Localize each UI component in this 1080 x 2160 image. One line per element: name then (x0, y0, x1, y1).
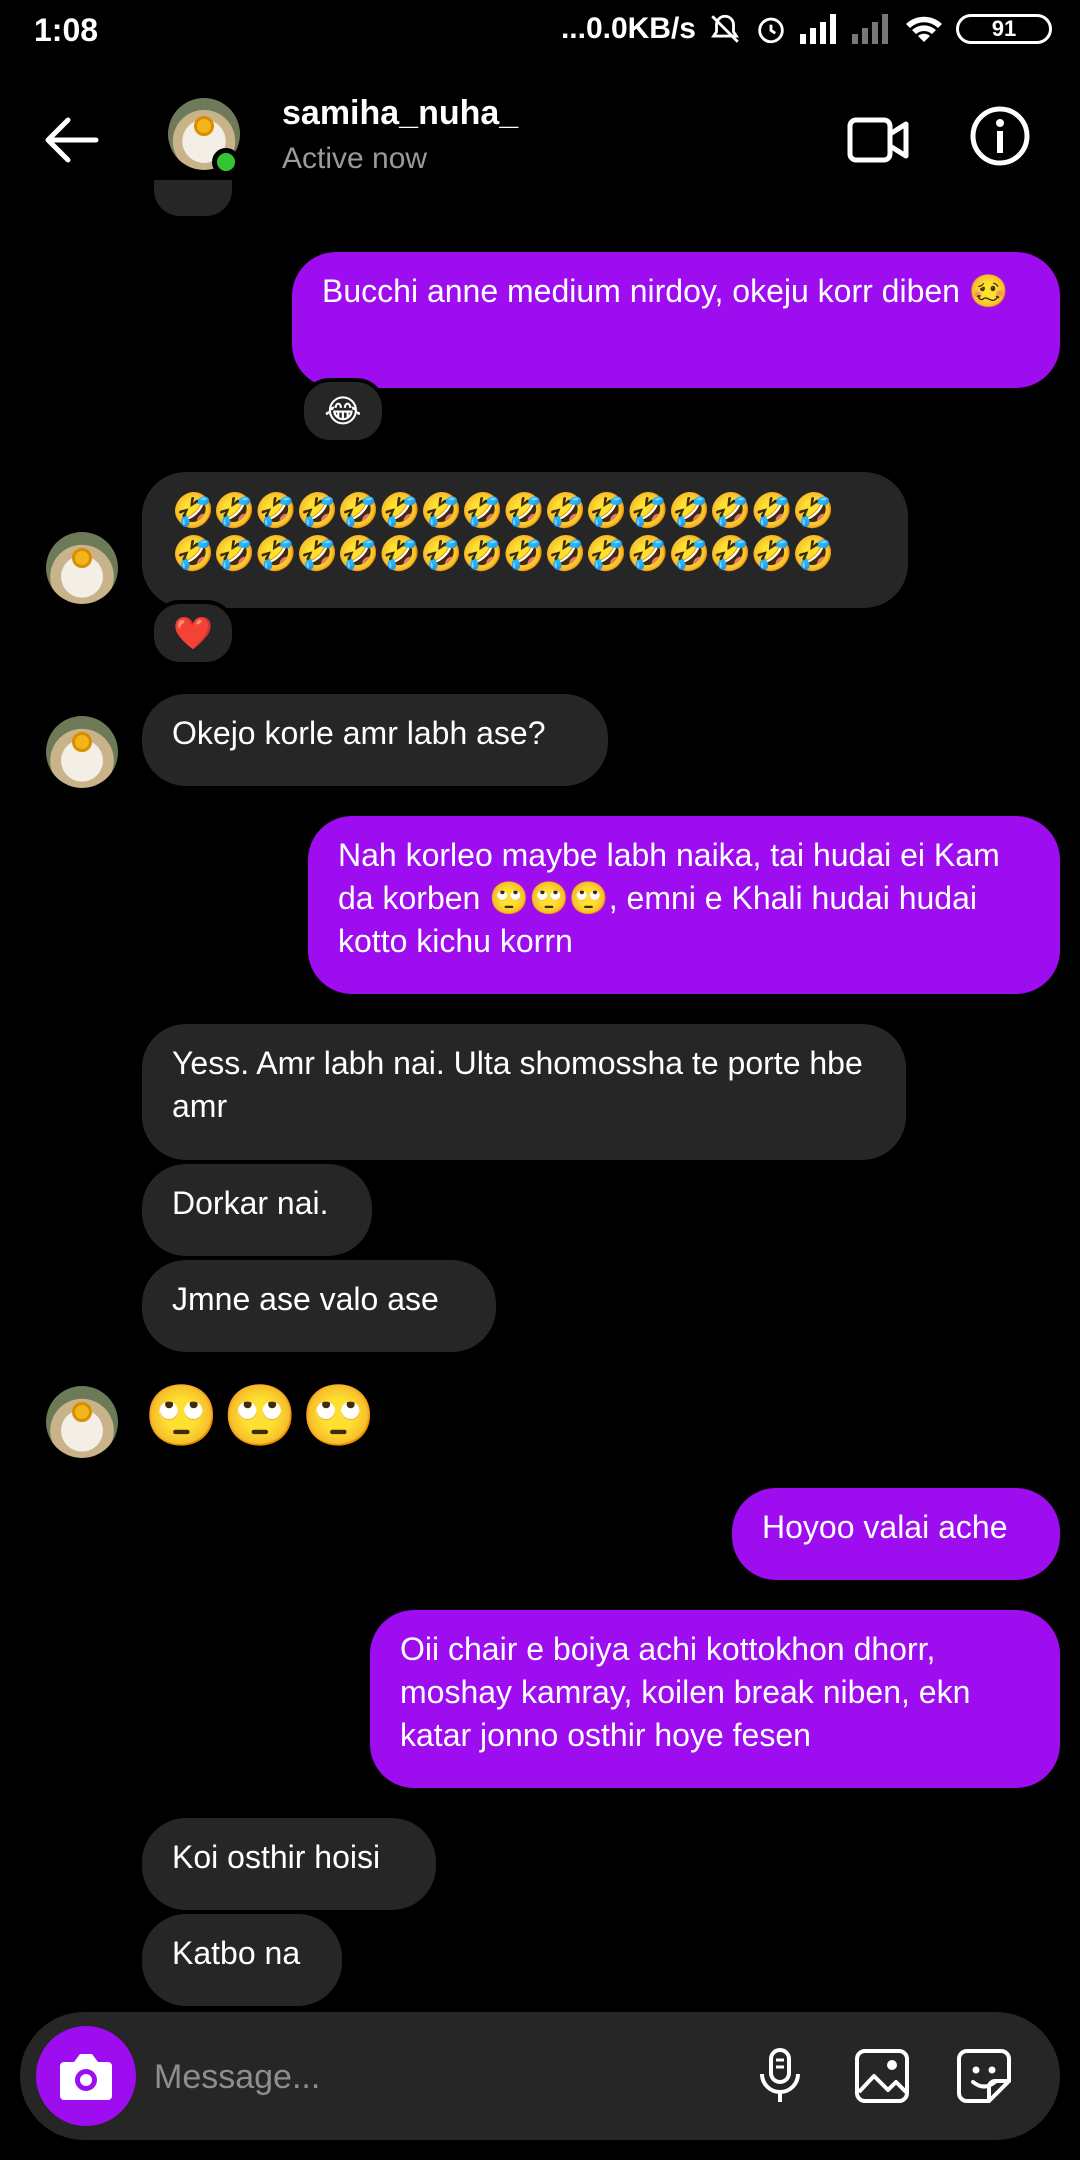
message-outgoing[interactable]: Oii chair e boiya achi kottokhon dhorr, … (370, 1610, 1060, 1788)
contact-avatar[interactable] (46, 716, 118, 788)
info-icon[interactable] (968, 104, 1032, 168)
message-incoming[interactable]: Yess. Amr labh nai. Ulta shomossha te po… (142, 1024, 906, 1160)
back-arrow-icon[interactable] (38, 108, 102, 172)
contact-avatar[interactable] (46, 532, 118, 604)
online-indicator (212, 148, 240, 176)
message-input[interactable] (152, 2046, 716, 2108)
message-composer (20, 2012, 1060, 2140)
message-incoming[interactable]: Koi osthir hoisi (142, 1818, 436, 1910)
status-indicators: ...0.0KB/s 91 (561, 12, 1052, 46)
gallery-icon[interactable] (852, 2046, 912, 2106)
video-call-icon[interactable] (846, 110, 910, 170)
sticker-icon[interactable] (954, 2046, 1014, 2106)
message-outgoing[interactable]: Bucchi anne medium nirdoy, okeju korr di… (292, 252, 1060, 388)
message-incoming[interactable]: Jmne ase valo ase (142, 1260, 496, 1352)
message-outgoing[interactable]: Hoyoo valai ache (732, 1488, 1060, 1580)
microphone-icon[interactable] (750, 2046, 810, 2106)
wifi-icon (906, 16, 942, 42)
signal-icon-2 (852, 14, 888, 44)
message-reaction[interactable]: 😂 (300, 378, 386, 444)
camera-icon (60, 2054, 112, 2100)
message-reaction[interactable]: ❤️ (150, 600, 236, 666)
header-active-status: Active now (282, 142, 428, 175)
partial-reaction (150, 180, 236, 220)
message-incoming[interactable]: Okejo korle amr labh ase? (142, 694, 608, 786)
message-incoming[interactable]: Katbo na (142, 1914, 342, 2006)
network-speed: ...0.0KB/s (560, 12, 696, 45)
signal-icon (800, 14, 836, 44)
alarm-icon (758, 17, 784, 44)
status-time: 1:08 (34, 12, 99, 48)
message-incoming[interactable]: Dorkar nai. (142, 1164, 372, 1256)
message-incoming[interactable]: 🤣🤣🤣🤣🤣🤣🤣🤣🤣🤣🤣🤣🤣🤣🤣🤣 🤣🤣🤣🤣🤣🤣🤣🤣🤣🤣🤣🤣🤣🤣🤣🤣 (142, 472, 908, 608)
message-outgoing[interactable]: Nah korleo maybe labh naika, tai hudai e… (308, 816, 1060, 994)
status-bar: 1:08 ...0.0KB/s 91 (0, 0, 1080, 62)
contact-avatar[interactable] (46, 1386, 118, 1458)
battery-icon: 91 (956, 14, 1052, 44)
emoji-message[interactable]: 🙄🙄🙄 (144, 1380, 380, 1451)
camera-button[interactable] (36, 2026, 136, 2126)
mute-icon (711, 14, 739, 43)
header-username[interactable]: samiha_nuha_ (282, 94, 518, 133)
